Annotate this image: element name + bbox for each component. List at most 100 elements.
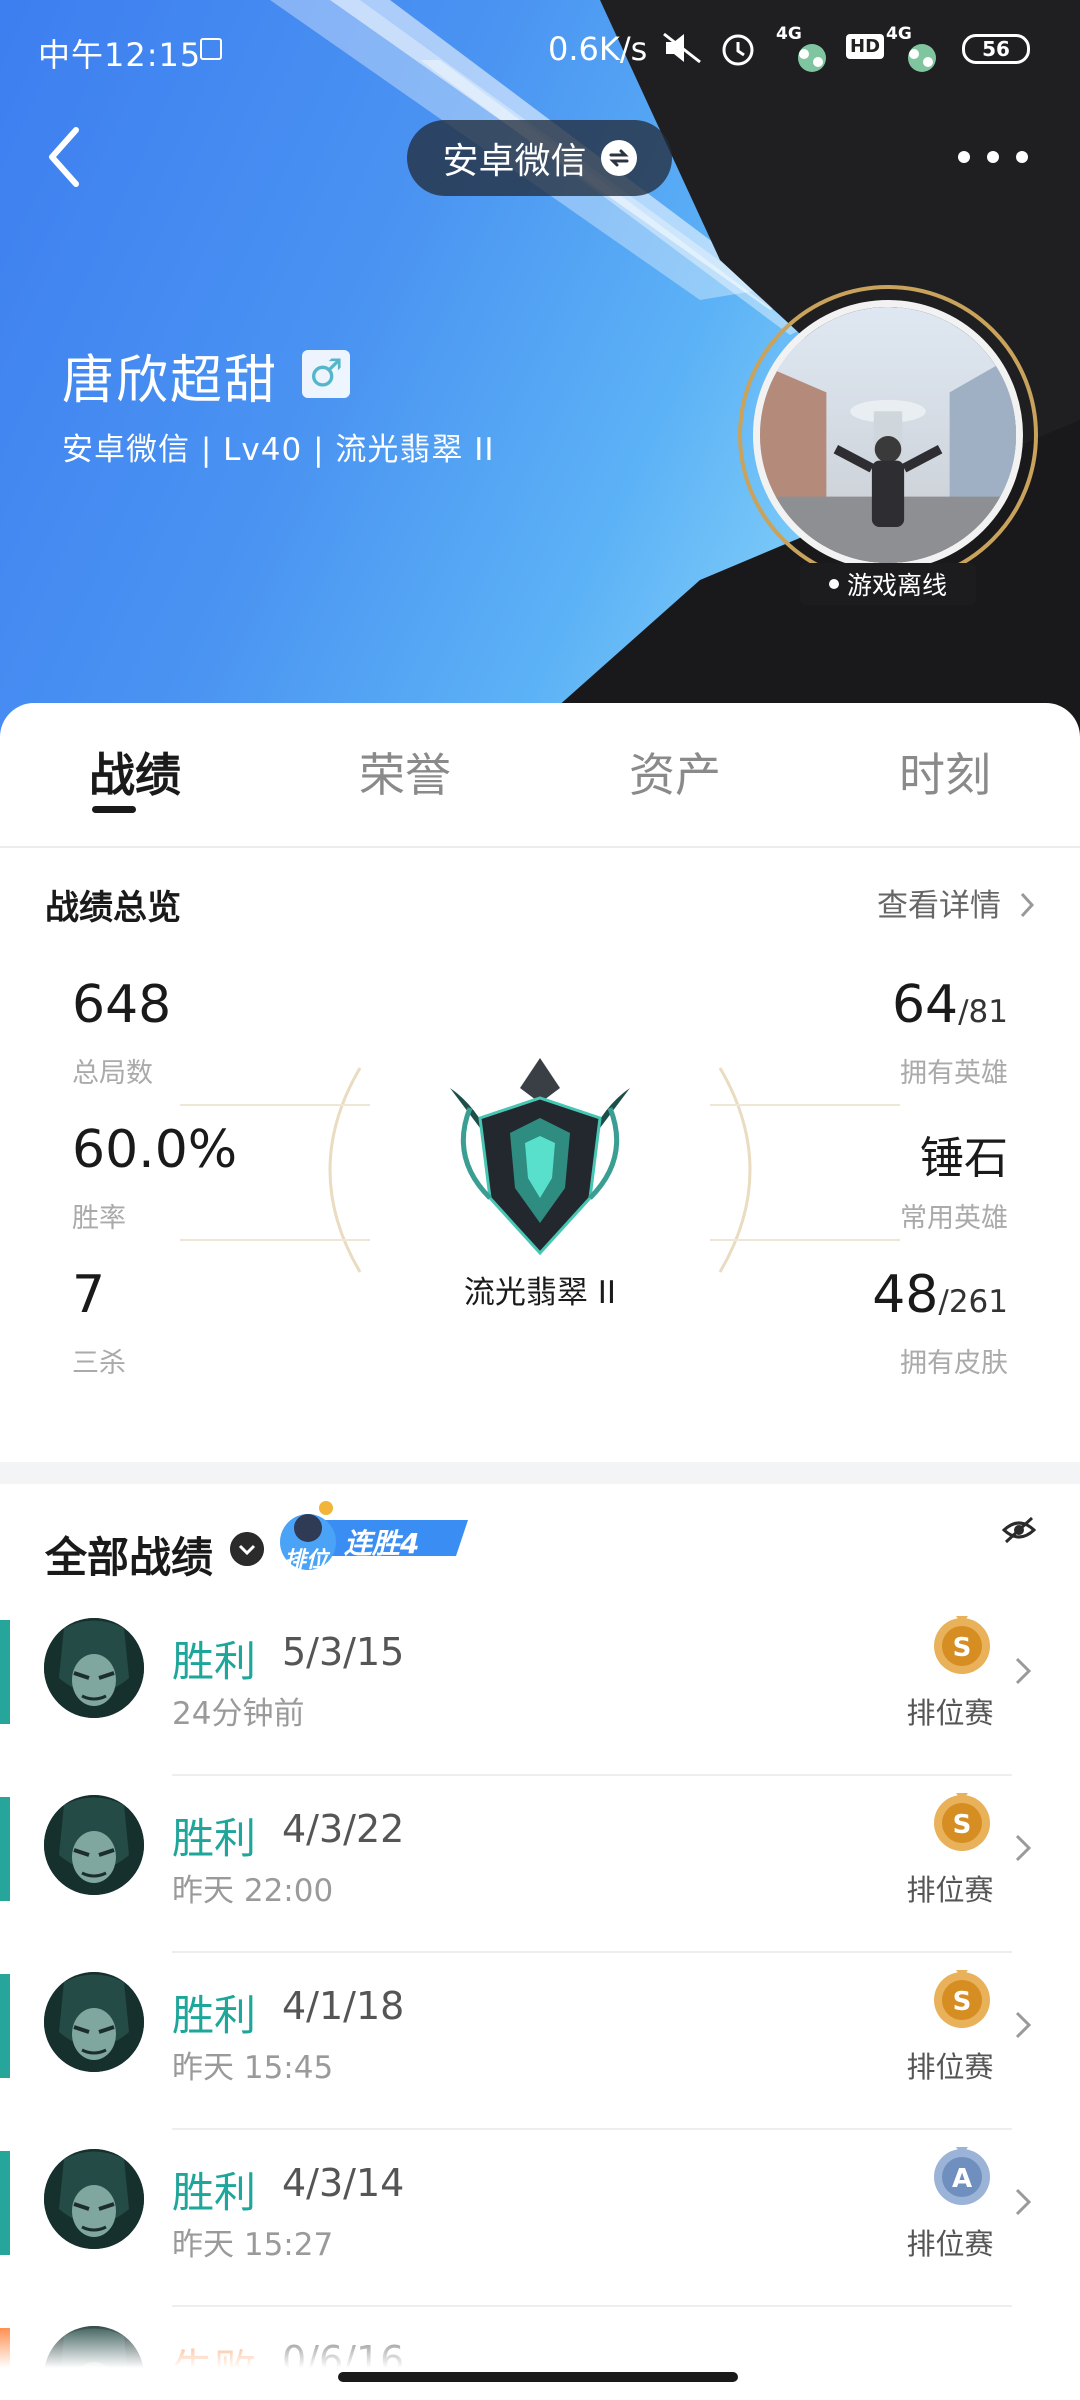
- mute-icon: [663, 32, 701, 64]
- home-indicator[interactable]: [338, 2372, 738, 2382]
- account-switch-label: 安卓微信: [442, 141, 587, 182]
- result-indicator-bar: [0, 1797, 10, 1901]
- bottom-fade: [0, 2320, 1080, 2400]
- hd-icon: HD: [846, 34, 885, 59]
- signal-icon-2: [908, 44, 936, 72]
- emerald-rank-emblem-icon: [450, 1058, 630, 1256]
- section-divider: [0, 1462, 1080, 1484]
- hero-avatar: [44, 1795, 144, 1895]
- tab-moments[interactable]: 时刻: [860, 739, 1030, 805]
- medal-grade: A: [952, 2164, 972, 2194]
- medal-s-icon: S: [934, 1616, 990, 1674]
- player-subinfo: 安卓微信 | Lv40 | 流光翡翠 II: [62, 432, 495, 468]
- match-time: 昨天 15:45: [172, 2050, 334, 2086]
- medal-s-icon: S: [934, 1793, 990, 1851]
- view-details-link[interactable]: 查看详情: [877, 880, 1037, 925]
- account-switch-button[interactable]: 安卓微信: [407, 120, 672, 196]
- stat-owned-heroes-value: 64/81: [891, 975, 1008, 1035]
- match-result: 胜利: [172, 1991, 257, 2040]
- status-bar: 中午12:15 0.6K/s 4G HD 4G 56: [0, 0, 1080, 96]
- result-indicator-bar: [0, 1620, 10, 1724]
- chevron-right-icon: [1015, 2011, 1032, 2039]
- status-dot-icon: [828, 579, 839, 589]
- hero-avatar: [44, 2149, 144, 2249]
- medal-s-icon: S: [934, 1970, 990, 2028]
- match-time: 24分钟前: [172, 1696, 305, 1732]
- stat-main-hero-label: 常用英雄: [900, 1203, 1008, 1234]
- stat-total-games-value: 648: [72, 975, 172, 1035]
- chevron-right-icon: [1015, 2188, 1032, 2216]
- match-row[interactable]: 胜利 4/3/22 昨天 22:00 S 排位赛: [0, 1779, 1080, 1955]
- match-result: 胜利: [172, 1814, 257, 1863]
- hero-avatar: [44, 1618, 144, 1718]
- signal-icon: [798, 44, 826, 72]
- medal-grade: S: [953, 1633, 972, 1663]
- network-speed: 0.6K/s: [548, 30, 648, 68]
- view-details-label: 查看详情: [877, 888, 1001, 924]
- row-divider: [172, 1774, 1012, 1776]
- chevron-right-icon: [1020, 892, 1034, 918]
- rank-badge-label: 排位: [284, 1548, 329, 1573]
- stat-owned-skins-label: 拥有皮肤: [900, 1348, 1008, 1379]
- win-streak-label: 连胜4: [344, 1527, 420, 1560]
- result-indicator-bar: [0, 1974, 10, 2078]
- status-time: 中午12:15: [38, 36, 202, 74]
- stat-total-games-label: 总局数: [72, 1058, 153, 1089]
- match-result: 胜利: [172, 2168, 257, 2217]
- stat-triple-kills-label: 三杀: [72, 1348, 126, 1379]
- match-kda: 5/3/15: [282, 1630, 405, 1674]
- hide-record-icon[interactable]: [1002, 1516, 1036, 1544]
- player-nickname: 唐欣超甜: [62, 351, 279, 411]
- row-divider: [172, 2128, 1012, 2130]
- match-kda: 4/1/18: [282, 1984, 405, 2028]
- avatar: [753, 300, 1023, 570]
- avatar-frame[interactable]: [738, 285, 1038, 585]
- back-button[interactable]: [40, 122, 100, 192]
- match-kda: 4/3/14: [282, 2161, 405, 2205]
- match-time: 昨天 15:27: [172, 2227, 334, 2263]
- profile-header: 中午12:15 0.6K/s 4G HD 4G 56 安卓微信 唐欣超甜 ♂ 安…: [0, 0, 1080, 740]
- hero-avatar: [44, 1972, 144, 2072]
- note-icon: [200, 38, 222, 60]
- match-row[interactable]: 胜利 4/1/18 昨天 15:45 S 排位赛: [0, 1956, 1080, 2132]
- match-time: 昨天 22:00: [172, 1873, 334, 1909]
- more-dot-icon: [958, 151, 970, 163]
- match-mode: 排位赛: [906, 1873, 994, 1907]
- match-mode: 排位赛: [906, 2050, 994, 2084]
- tab-record[interactable]: 战绩: [50, 739, 220, 805]
- active-tab-indicator: [92, 806, 136, 813]
- row-divider: [172, 2305, 1012, 2307]
- chevron-down-icon[interactable]: [230, 1532, 264, 1566]
- medal-a-icon: A: [934, 2147, 990, 2205]
- more-options-button[interactable]: [958, 145, 1028, 169]
- male-gender-icon: ♂: [302, 350, 350, 398]
- stat-main-hero-value: 锤石: [920, 1133, 1008, 1184]
- match-result: 胜利: [172, 1637, 257, 1686]
- battery-indicator: 56: [962, 34, 1030, 64]
- medal-grade: S: [953, 1987, 972, 2017]
- match-row[interactable]: 胜利 5/3/15 24分钟前 S 排位赛: [0, 1602, 1080, 1778]
- alarm-icon: [722, 34, 754, 66]
- overview-title: 战绩总览: [45, 888, 181, 928]
- stat-triple-kills-value: 7: [72, 1265, 106, 1325]
- chevron-right-icon: [1015, 1657, 1032, 1685]
- win-streak-badge: 排位 连胜4: [278, 1498, 468, 1578]
- swap-icon: [600, 140, 637, 176]
- online-status-badge: 游戏离线: [800, 563, 976, 605]
- row-divider: [172, 1951, 1012, 1953]
- match-filter-title[interactable]: 全部战绩: [45, 1524, 213, 1585]
- medal-grade: S: [953, 1810, 972, 1840]
- tab-honor[interactable]: 荣誉: [320, 739, 490, 805]
- tab-assets[interactable]: 资产: [590, 739, 760, 805]
- profile-tabs: 战绩 荣誉 资产 时刻: [0, 703, 1080, 848]
- online-status-label: 游戏离线: [846, 571, 947, 600]
- match-mode: 排位赛: [906, 1696, 994, 1730]
- match-kda: 4/3/22: [282, 1807, 405, 1851]
- chevron-right-icon: [1015, 1834, 1032, 1862]
- stat-win-rate-label: 胜率: [72, 1203, 126, 1234]
- match-row[interactable]: 胜利 4/3/14 昨天 15:27 A 排位赛: [0, 2133, 1080, 2309]
- match-mode: 排位赛: [906, 2227, 994, 2261]
- result-indicator-bar: [0, 2151, 10, 2255]
- rank-name: 流光翡翠 II: [463, 1275, 617, 1311]
- stat-owned-heroes-label: 拥有英雄: [900, 1058, 1008, 1089]
